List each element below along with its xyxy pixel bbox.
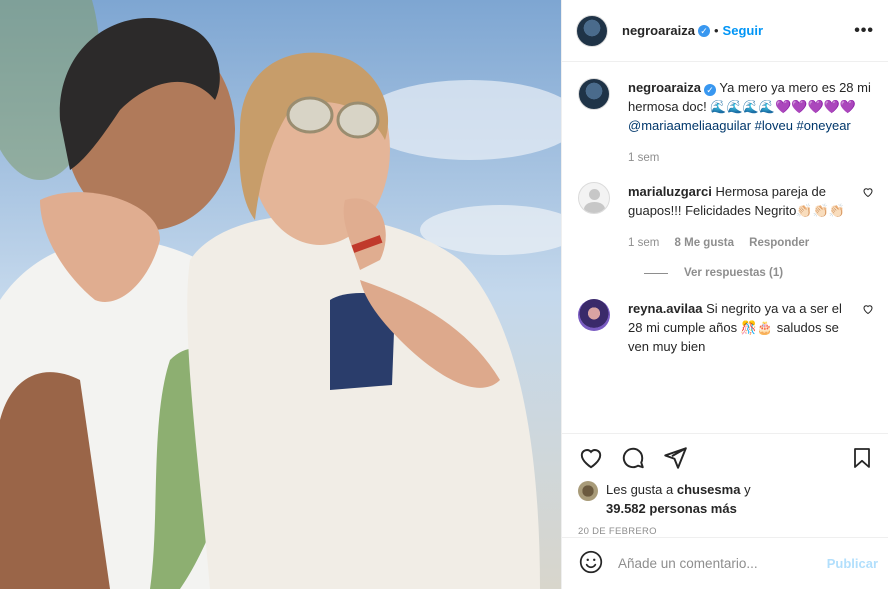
- likes-summary: Les gusta a chusesma y 39.582 personas m…: [578, 480, 874, 518]
- more-options-icon[interactable]: •••: [854, 22, 874, 40]
- photo-illustration: [0, 0, 561, 589]
- comment-item: reyna.avilaa Si negrito ya va a ser el 2…: [578, 299, 874, 356]
- emoji-icon[interactable]: [578, 549, 604, 578]
- comment-like-heart-icon[interactable]: [862, 303, 874, 356]
- share-paper-plane-icon[interactable]: [662, 445, 688, 474]
- like-heart-icon[interactable]: [578, 445, 604, 474]
- author-avatar[interactable]: [576, 14, 608, 47]
- comment-username[interactable]: marialuzgarci: [628, 184, 712, 199]
- caption-time[interactable]: 1 sem: [628, 152, 659, 164]
- publish-button[interactable]: Publicar: [827, 556, 878, 571]
- caption-tags[interactable]: @mariaameliaaguilar #loveu #oneyear: [628, 116, 874, 135]
- comment-like-heart-icon[interactable]: [862, 186, 874, 253]
- add-comment-bar: Publicar: [562, 537, 888, 589]
- likes-prefix: Les gusta a: [606, 482, 674, 497]
- commenter-avatar[interactable]: [578, 182, 610, 214]
- author-username[interactable]: negroaraiza: [622, 23, 695, 38]
- post-sidebar: negroaraiza ✓ • Seguir ••• negroaraiza ✓ …: [561, 0, 888, 589]
- verified-badge-icon: ✓: [703, 84, 716, 96]
- follow-button[interactable]: Seguir: [723, 23, 763, 38]
- caption: negroaraiza ✓ Ya mero ya mero es 28 mi he…: [578, 78, 874, 168]
- view-replies[interactable]: Ver respuestas (1): [644, 267, 874, 279]
- post-actions: Les gusta a chusesma y 39.582 personas m…: [562, 433, 888, 537]
- view-replies-label[interactable]: Ver respuestas (1): [684, 267, 783, 279]
- comment-bubble-icon[interactable]: [620, 445, 646, 474]
- caption-username[interactable]: negroaraiza: [628, 80, 701, 95]
- commenter-avatar[interactable]: [578, 299, 610, 331]
- verified-badge-icon: ✓: [697, 24, 710, 37]
- save-bookmark-icon[interactable]: [850, 445, 874, 474]
- liker-avatar[interactable]: [578, 481, 598, 501]
- comment-username[interactable]: reyna.avilaa: [628, 301, 702, 316]
- comment-time[interactable]: 1 sem: [628, 237, 659, 249]
- instagram-post: negroaraiza ✓ • Seguir ••• negroaraiza ✓ …: [0, 0, 888, 589]
- comment-likes[interactable]: 8 Me gusta: [675, 237, 734, 249]
- likes-count[interactable]: 39.582 personas más: [606, 501, 737, 516]
- caption-avatar[interactable]: [578, 78, 610, 110]
- post-date[interactable]: 20 DE FEBRERO: [578, 526, 874, 537]
- comment-input[interactable]: [618, 556, 827, 571]
- comment-item: marialuzgarci Hermosa pareja de guapos!!…: [578, 182, 874, 253]
- post-header: negroaraiza ✓ • Seguir •••: [562, 0, 888, 62]
- liker-username[interactable]: chusesma: [677, 482, 741, 497]
- reply-button[interactable]: Responder: [749, 237, 809, 249]
- post-photo[interactable]: [0, 0, 561, 589]
- replies-divider: [644, 272, 668, 274]
- likes-conj: y: [744, 482, 751, 497]
- separator-dot: •: [713, 23, 719, 38]
- comments-section: negroaraiza ✓ Ya mero ya mero es 28 mi he…: [562, 62, 888, 433]
